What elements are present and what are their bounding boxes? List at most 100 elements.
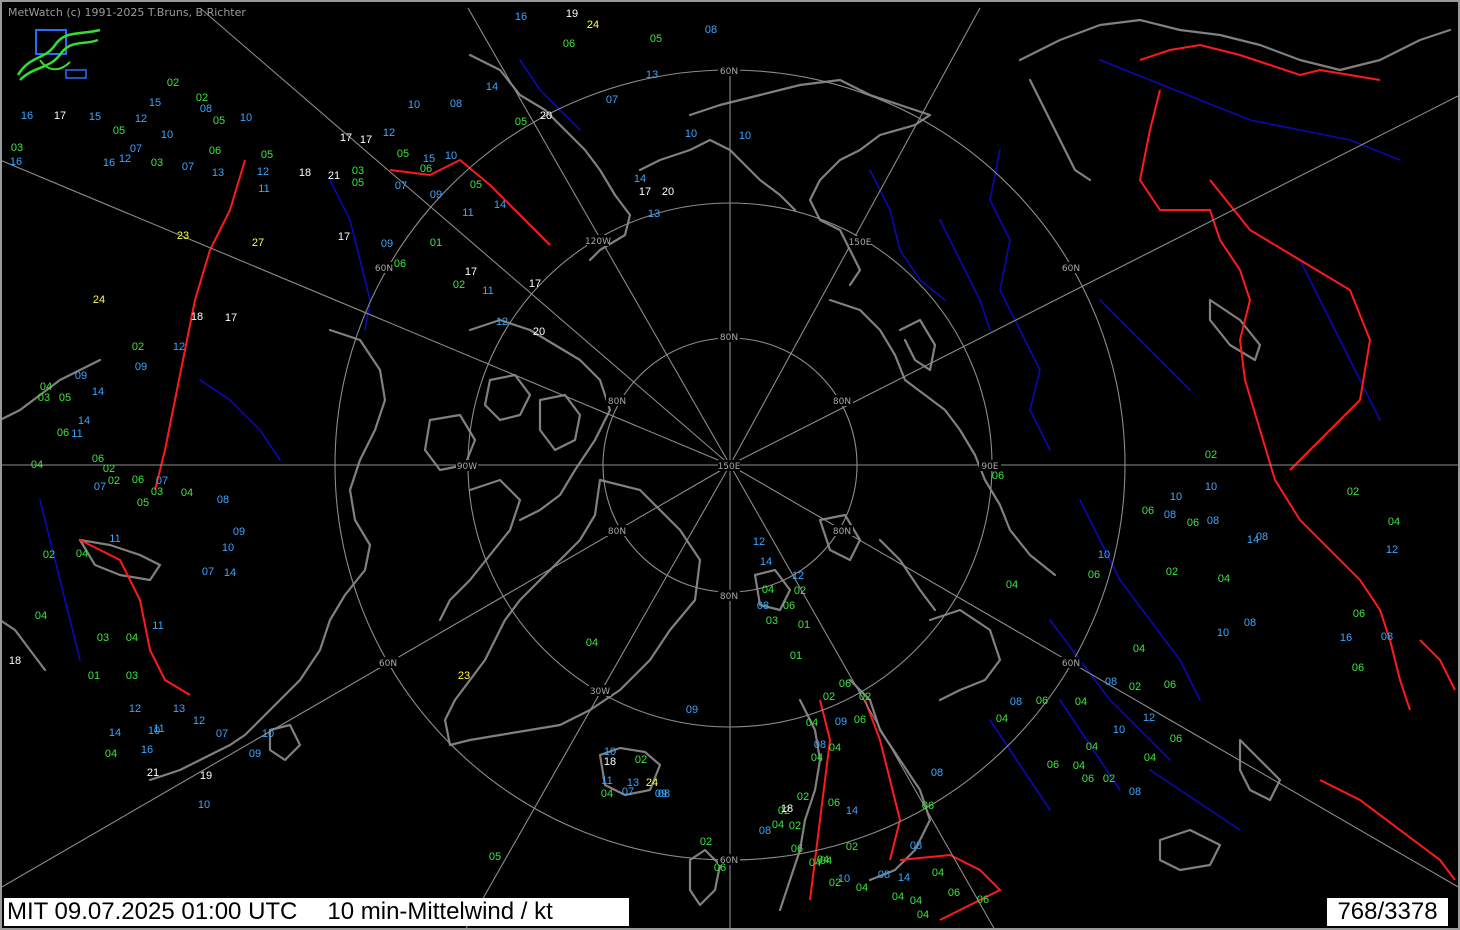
- wind-station-value: 06: [1352, 662, 1364, 674]
- wind-station-value: 14: [109, 727, 121, 739]
- wind-station-value: 08: [705, 24, 717, 36]
- wind-station-value: 10: [408, 99, 420, 111]
- wind-station-value: 08: [1256, 531, 1268, 543]
- wind-station-value: 09: [233, 526, 245, 538]
- graticule-label-60n-top: 60N: [720, 67, 738, 77]
- wind-station-value: 02: [103, 463, 115, 475]
- wind-station-value: 13: [212, 167, 224, 179]
- wind-station-value: 02: [823, 691, 835, 703]
- graticule-label-80n-bottom: 80N: [720, 592, 738, 602]
- wind-station-value: 24: [93, 294, 105, 306]
- wind-station-value: 04: [1133, 643, 1145, 655]
- wind-station-value: 01: [790, 650, 802, 662]
- wind-station-value: 12: [129, 703, 141, 715]
- coastline-siberia-arctic: [828, 298, 1057, 577]
- wind-station-value: 04: [820, 855, 832, 867]
- wind-station-value: 10: [739, 130, 751, 142]
- wind-station-value: 23: [177, 230, 189, 242]
- wind-station-value: 06: [394, 258, 406, 270]
- coastline-baikal: [1208, 298, 1262, 362]
- river-volga: [1149, 769, 1241, 831]
- wind-station-value: 17: [639, 186, 651, 198]
- wind-station-value: 04: [917, 909, 929, 921]
- wind-station-value: 14: [846, 805, 858, 817]
- wind-station-value: 10: [1170, 491, 1182, 503]
- graticule-label-60n-upper-left: 60N: [375, 264, 393, 274]
- wind-station-value: 06: [828, 797, 840, 809]
- valid-time-panel: MIT 09.07.2025 01:00 UTC 10 min-Mittelwin…: [4, 898, 629, 926]
- wind-station-value: 01: [88, 670, 100, 682]
- wind-station-value: 05: [213, 115, 225, 127]
- wind-station-value: 02: [859, 691, 871, 703]
- wind-station-value: 06: [839, 678, 851, 690]
- wind-station-value: 04: [1006, 579, 1018, 591]
- wind-station-value: 02: [196, 92, 208, 104]
- graticule-label-80n-lower-left: 80N: [608, 527, 626, 537]
- wind-station-value: 11: [258, 183, 269, 195]
- wind-station-value: 09: [249, 748, 261, 760]
- copyright-credit: MetWatch (c) 1991-2025 T.Bruns, B.Richte…: [8, 6, 246, 19]
- wind-station-value: 06: [1170, 733, 1182, 745]
- graticule-label-80n-left: 80N: [608, 397, 626, 407]
- wind-station-value: 11: [153, 723, 164, 735]
- metwatch-logo-icon: [16, 28, 101, 81]
- graticule-label-120w: 120W: [585, 237, 611, 247]
- wind-station-value: 11: [601, 775, 612, 787]
- wind-station-value: 17: [338, 231, 350, 243]
- polar-stereographic-map[interactable]: 60N150E60N120W60N80N80N 80N90W 150E 90E80N 8…: [0, 0, 1460, 930]
- wind-station-value: 11: [462, 207, 473, 219]
- wind-station-value: 06: [420, 163, 432, 175]
- wind-station-value: 14: [634, 173, 646, 185]
- wind-station-value: 08: [1164, 509, 1176, 521]
- wind-station-value: 02: [846, 841, 858, 853]
- wind-station-value: 04: [586, 637, 598, 649]
- wind-station-value: 03: [766, 615, 778, 627]
- wind-station-value: 14: [760, 556, 772, 568]
- coastline-taymyr: [898, 318, 937, 372]
- river-lena: [989, 149, 1051, 451]
- wind-station-value: 07: [202, 566, 214, 578]
- wind-station-value: 15: [149, 97, 161, 109]
- wind-station-value: 05: [137, 497, 149, 509]
- wind-station-value: 04: [1073, 760, 1085, 772]
- wind-station-value: 09: [381, 238, 393, 250]
- rivers-layer: [39, 59, 1401, 831]
- wind-station-value: 08: [1381, 631, 1393, 643]
- wind-station-value: 10: [222, 542, 234, 554]
- border-alaska-canada: [389, 158, 551, 246]
- wind-station-value: 18: [299, 167, 311, 179]
- wind-station-value: 08: [658, 788, 670, 800]
- border-russia-kazakhstan: [1419, 639, 1456, 691]
- wind-station-value: 04: [1144, 752, 1156, 764]
- graticule-label-30w: 30W: [590, 687, 610, 697]
- wind-station-value: 02: [1166, 566, 1178, 578]
- graticule-label-90w: 90W: [457, 462, 477, 472]
- wind-station-value: 06: [57, 427, 69, 439]
- map-view[interactable]: 60N 150E 60N 120W 60N 80N 80N 80N 90W 150E 90E 80N 8…: [0, 0, 1460, 930]
- border-russia-ukraine: [1319, 779, 1456, 881]
- wind-station-value: 04: [35, 610, 47, 622]
- wind-station-value: 19: [200, 770, 212, 782]
- graticule-label-80n-lower-right: 80N: [833, 527, 851, 537]
- wind-station-value: 10: [445, 150, 457, 162]
- wind-station-value: 12: [193, 715, 205, 727]
- wind-station-value: 07: [606, 94, 618, 106]
- wind-station-value: 01: [430, 237, 442, 249]
- wind-station-value: 12: [496, 316, 508, 328]
- river-indigirka: [939, 219, 991, 331]
- wind-station-value: 05: [489, 851, 501, 863]
- wind-station-value: 05: [352, 177, 364, 189]
- wind-station-value: 05: [261, 149, 273, 161]
- wind-station-value: 11: [109, 533, 120, 545]
- wind-station-value: 07: [216, 728, 228, 740]
- wind-station-value: 09: [430, 189, 442, 201]
- wind-station-value: 27: [252, 237, 264, 249]
- valid-time-label: MIT 09.07.2025 01:00 UTC: [7, 898, 298, 925]
- coastline-arctic-islands-2: [538, 393, 582, 452]
- wind-station-value: 04: [829, 742, 841, 754]
- wind-station-value: 04: [1086, 741, 1098, 753]
- wind-station-value: 02: [789, 820, 801, 832]
- wind-station-value: 03: [126, 670, 138, 682]
- wind-station-value: 02: [1205, 449, 1217, 461]
- graticule-label-150e-center: 150E: [718, 462, 741, 472]
